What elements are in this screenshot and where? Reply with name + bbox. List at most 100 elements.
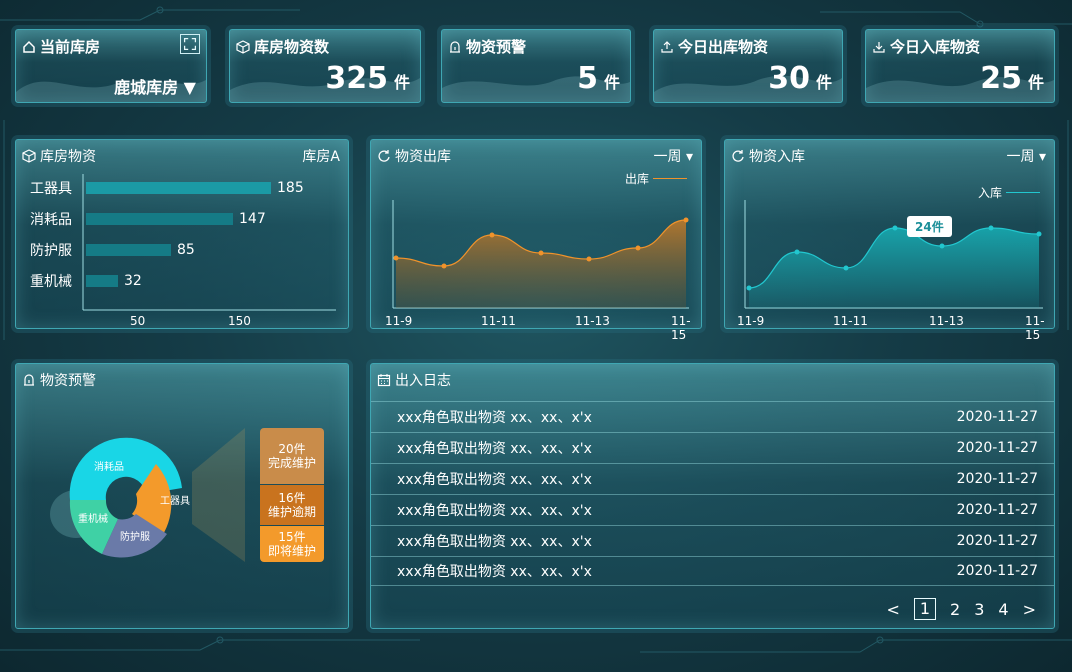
stat-card-warehouse: 当前库房 鹿城库房 ▼ [15,29,207,103]
stat-unit: 件 [603,73,620,92]
axis-tick: 50 [130,314,146,328]
page-button-current[interactable]: 1 [913,598,937,620]
stat-number: 325 [325,61,388,96]
next-page-button[interactable]: > [1023,600,1036,619]
inbound-point[interactable] [892,225,898,231]
warning-count: 20件 [278,442,306,456]
panel-title-text: 库房物资 [40,149,96,165]
log-row[interactable]: xxx角色取出物资 xx、xx、x'x 2020-11-27 [371,556,1054,586]
log-date: 2020-11-27 [956,501,1038,518]
page-button[interactable]: 2 [950,600,960,619]
segment-label-tools: 工器具 [160,495,190,507]
log-text: xxx角色取出物资 xx、xx、x'x [397,533,592,550]
stat-value: 325 件 [325,61,410,96]
bar-label: 重机械 [30,274,72,290]
inbound-point[interactable] [1036,231,1042,237]
stat-card-today-out: 今日出库物资 30 件 [653,29,843,103]
panel-title: 库房物资 [22,146,96,166]
segment-label-heavy: 重机械 [78,512,108,525]
x-label: 11-11 [833,314,868,328]
inbound-chart [744,200,1043,309]
export-icon [661,40,673,53]
inbound-point[interactable] [794,249,800,255]
bar-label: 工器具 [30,181,72,197]
outbound-point[interactable] [441,263,447,269]
outbound-area [396,220,686,308]
outbound-point[interactable] [586,256,592,262]
outbound-point[interactable] [489,232,495,238]
chart-tooltip: 24件 [907,216,952,237]
warehouse-selector[interactable]: 库房A [302,146,340,166]
outbound-chart [392,200,689,309]
segment-label-consumable: 消耗品 [94,460,124,473]
axis-tick: 150 [228,314,251,328]
stat-card-materials: 库房物资数 325 件 [229,29,421,103]
panel-title-text: 出入日志 [395,373,451,389]
stat-number: 30 [768,61,810,96]
log-date: 2020-11-27 [956,532,1038,549]
warning-status: 维护逾期 [267,505,316,519]
outbound-point[interactable] [393,255,399,261]
stat-title-text: 库房物资数 [254,38,330,56]
box-icon [22,149,36,163]
warning-status: 即将维护 [267,544,316,558]
stat-title: 物资预警 [448,36,526,57]
log-text: xxx角色取出物资 xx、xx、x'x [397,564,592,580]
log-row[interactable]: xxx角色取出物资 xx、xx、x'x 2020-11-27 [371,494,1054,524]
stat-title: 今日入库物资 [872,36,980,57]
x-label: 11-9 [385,314,413,328]
log-date: 2020-11-27 [956,563,1038,579]
page-button[interactable]: 3 [974,600,984,619]
x-label: 11-13 [575,314,610,328]
bar-axis [82,174,336,311]
stat-value: 5件 [577,61,620,96]
log-date: 2020-11-27 [956,408,1038,425]
log-text: xxx角色取出物资 xx、xx、x'x [397,471,592,488]
inbound-area [749,228,1039,308]
stat-card-today-in: 今日入库物资 25 件 [865,29,1055,103]
stat-title: 今日出库物资 [660,36,768,57]
inbound-point[interactable] [843,265,849,271]
log-panel: 出入日志 xxx角色取出物资 xx、xx、x'x 2020-11-27 xxx角… [370,363,1055,629]
x-label: 11-11 [481,314,516,328]
outbound-point[interactable] [683,217,689,223]
log-row[interactable]: xxx角色取出物资 xx、xx、x'x 2020-11-27 [371,432,1054,462]
stat-unit: 件 [393,73,410,92]
x-label: 11-15 [671,314,691,342]
warning-panel: 物资预警 消耗品 工器具 防护服 重机械 20件 完成维护 16件 维护逾期 1… [15,363,349,629]
warning-count: 15件 [278,530,306,544]
bar-label: 防护服 [30,243,72,259]
prev-page-button[interactable]: < [886,600,899,619]
x-label: 11-13 [929,314,964,328]
warehouse-select[interactable]: 鹿城库房 ▼ [114,74,196,98]
log-row[interactable]: xxx角色取出物资 xx、xx、x'x 2020-11-27 [371,401,1054,431]
log-row[interactable]: xxx角色取出物资 xx、xx、x'x 2020-11-27 [371,525,1054,555]
pagination: < 1 2 3 4 > [886,598,1036,620]
log-date: 2020-11-27 [956,439,1038,456]
stat-title-text: 物资预警 [466,38,527,56]
warning-box-upcoming: 15件 即将维护 [260,526,324,562]
log-date: 2020-11-27 [956,470,1038,487]
outbound-point[interactable] [635,245,641,251]
log-text: xxx角色取出物资 xx、xx、x'x [397,409,592,426]
warning-status: 完成维护 [267,456,316,470]
log-row[interactable]: xxx角色取出物资 xx、xx、x'x 2020-11-27 [371,463,1054,493]
calendar-icon [377,374,391,387]
panel-title: 出入日志 [377,370,451,390]
stat-title-text: 当前库房 [40,38,101,56]
warning-count: 16件 [278,491,306,505]
inbound-point[interactable] [939,243,945,249]
page-button[interactable]: 4 [998,600,1008,619]
import-icon [873,41,885,53]
expand-icon[interactable] [180,34,200,54]
x-label: 11-9 [737,314,765,328]
warning-box-complete: 20件 完成维护 [260,428,324,484]
donut-connector [192,428,245,562]
stat-title-text: 今日入库物资 [890,38,981,56]
inbound-point[interactable] [988,225,994,231]
outbound-point[interactable] [538,250,544,256]
inbound-point[interactable] [746,285,752,291]
box-icon [236,39,250,54]
inventory-panel: 库房物资 库房A 工器具 185 消耗品 147 防护服 85 重机械 32 5… [15,139,349,329]
stat-card-warning: 物资预警 5件 [441,29,631,103]
